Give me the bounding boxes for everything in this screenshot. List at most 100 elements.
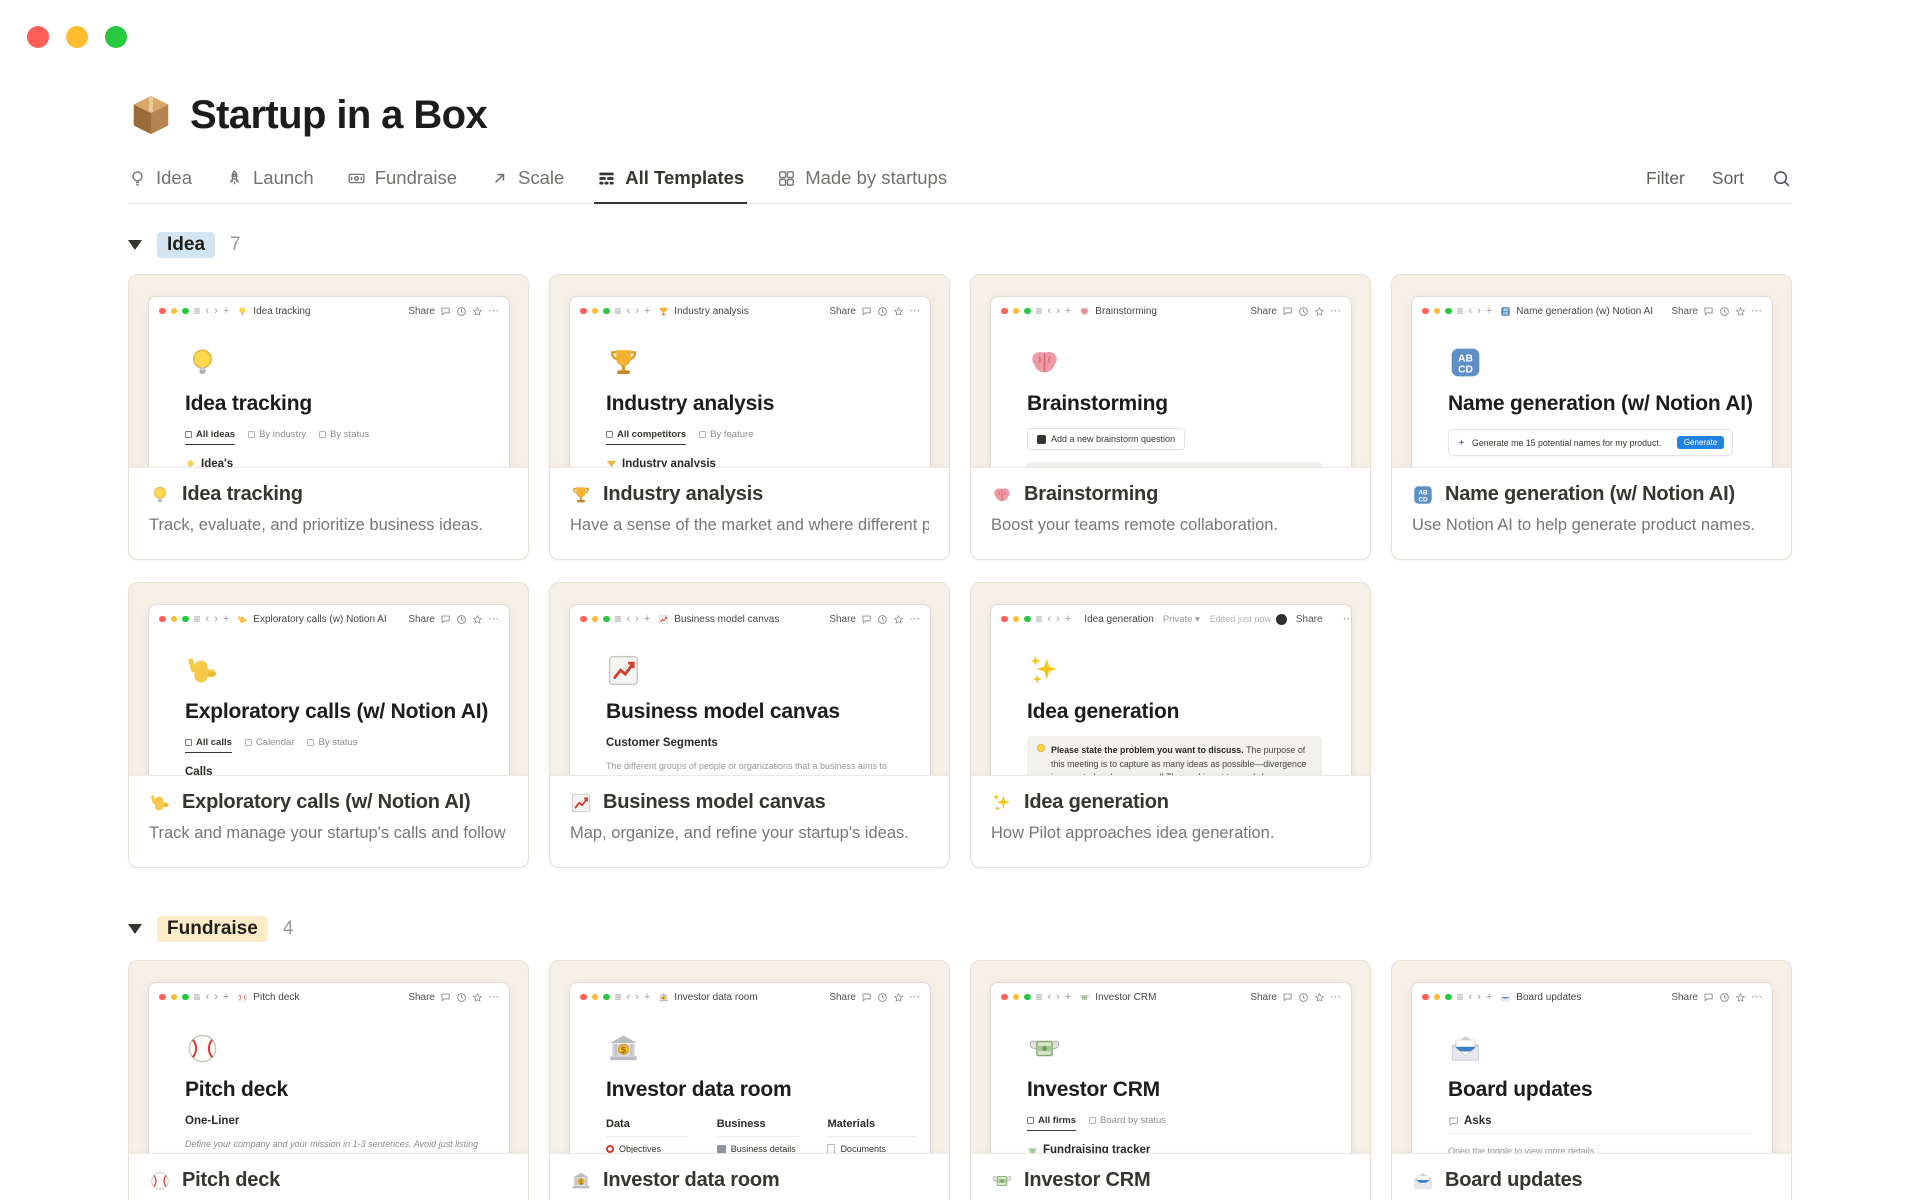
card-title-row: Idea tracking	[149, 483, 508, 506]
mini-page-title: Investor data room	[606, 1078, 792, 1101]
view-tab[interactable]: By industry	[248, 429, 306, 445]
share-button[interactable]: Share	[408, 992, 435, 1003]
sort-button[interactable]: Sort	[1712, 168, 1744, 189]
card-emoji-icon	[1412, 1170, 1434, 1192]
template-card[interactable]: ≡ ‹ › + Investor CRM Share ⋯ Investor CRM All fi…	[970, 960, 1371, 1200]
template-card[interactable]: ≡ ‹ › + AB CD Name generation (w) Notion AI Sha…	[1391, 274, 1792, 560]
card-title: Pitch deck	[182, 1169, 281, 1191]
collapse-toggle-icon[interactable]	[128, 924, 142, 934]
tab-label: All Templates	[625, 167, 745, 188]
star-icon	[1314, 306, 1325, 317]
bulb-icon	[1037, 744, 1045, 752]
traffic-light-dot	[1012, 307, 1019, 315]
tab-launch[interactable]: Launch	[225, 152, 314, 204]
share-button[interactable]: Share	[1671, 992, 1698, 1003]
view-tab[interactable]: All ideas	[185, 429, 236, 445]
mini-page-title: Brainstorming	[1027, 392, 1168, 415]
traffic-light-dot	[580, 993, 587, 1001]
template-card[interactable]: ≡ ‹ › + Pitch deck Share ⋯ Pitch deck One-Liner D…	[128, 960, 529, 1200]
share-button[interactable]: Share	[408, 614, 435, 625]
card-footer: $ Investor data room	[550, 1153, 949, 1200]
template-card[interactable]: ≡ ‹ › + Board updates Share ⋯ Board updates Asks…	[1391, 960, 1792, 1200]
view-tab[interactable]: By feature	[699, 429, 753, 445]
template-card[interactable]: ≡ ‹ › + Idea tracking Share ⋯ Idea tracking All …	[128, 274, 529, 560]
preview-heading-label: Asks	[1464, 1115, 1492, 1127]
minimize-window-dot[interactable]	[66, 26, 88, 48]
page-emoji-icon	[237, 306, 248, 317]
mini-window-title: Exploratory calls (w) Notion AI	[253, 613, 387, 625]
share-button[interactable]: Share	[1296, 614, 1323, 625]
card-title: Investor CRM	[1024, 1169, 1151, 1191]
template-card[interactable]: ≡ ‹ › + Brainstorming Share ⋯ Brainstorming Add …	[970, 274, 1371, 560]
preview-button[interactable]: Add a new brainstorm question	[1027, 428, 1186, 450]
mini-window-title: Industry analysis	[674, 305, 749, 317]
close-window-dot[interactable]	[27, 26, 49, 48]
view-tab[interactable]: All firms	[1027, 1115, 1077, 1131]
template-preview: ≡ ‹ › + Idea tracking Share ⋯ Idea tracking All …	[129, 275, 528, 467]
page-emoji-icon: AB CD	[1500, 306, 1511, 317]
view-tab[interactable]: By status	[319, 429, 369, 445]
tab-made-by-startups[interactable]: Made by startups	[777, 152, 947, 204]
page-emoji-icon	[606, 653, 641, 688]
filter-button[interactable]: Filter	[1646, 168, 1685, 189]
mini-window-body: Pitch deck One-Liner Define your company a…	[149, 1011, 509, 1153]
view-icon	[1027, 1117, 1034, 1124]
tab-label: Made by startups	[805, 167, 948, 188]
card-title-row: Board updates	[1412, 1169, 1771, 1192]
template-grid-idea: ≡ ‹ › + Idea tracking Share ⋯ Idea tracking All …	[128, 274, 1792, 868]
mini-page-title: Exploratory calls (w/ Notion AI)	[185, 700, 489, 723]
card-description: Use Notion AI to help generate product n…	[1412, 516, 1756, 534]
tab-scale[interactable]: Scale	[490, 152, 564, 204]
view-tab[interactable]: All competitors	[606, 429, 687, 445]
ai-prompt-input[interactable]: Generate me 15 potential names for my pr…	[1448, 429, 1734, 456]
page-link[interactable]: Objectives	[606, 1144, 689, 1153]
preview-heading: Industry analysis	[606, 458, 916, 467]
view-tab[interactable]: All calls	[185, 737, 232, 753]
mini-window: ≡ ‹ › + Industry analysis Share ⋯ Industry anal…	[570, 297, 930, 467]
view-tab[interactable]: Board by status	[1089, 1115, 1166, 1131]
share-button[interactable]: Share	[829, 306, 856, 317]
tab-all-templates[interactable]: All Templates	[594, 152, 748, 204]
zoom-window-dot[interactable]	[105, 26, 127, 48]
mini-window-title: Investor data room	[674, 991, 758, 1003]
page-content: Startup in a Box Idea Launch Fundraise S…	[0, 88, 1920, 1200]
mini-window-title: Idea generation	[1084, 613, 1154, 625]
share-button[interactable]: Share	[1250, 992, 1277, 1003]
template-card[interactable]: ≡ ‹ › + Industry analysis Share ⋯ Industry anal…	[549, 274, 950, 560]
share-button[interactable]: Share	[829, 614, 856, 625]
view-tab-label: All firms	[1038, 1115, 1077, 1126]
template-card[interactable]: ≡ ‹ › + Business model canvas Share ⋯ Business …	[549, 582, 950, 868]
mini-window-chrome: ≡ ‹ › + Exploratory calls (w) Notion AI Share…	[149, 605, 509, 633]
star-icon	[472, 306, 483, 317]
view-tab-label: All calls	[196, 737, 232, 748]
collapse-toggle-icon[interactable]	[128, 240, 142, 250]
mini-window-body: Idea tracking All ideas By industry By stat…	[149, 325, 509, 467]
page-link[interactable]: Documents	[827, 1144, 916, 1153]
template-card[interactable]: ≡ ‹ › + Idea generation Private ▾ Edited just …	[970, 582, 1371, 868]
tab-fundraise[interactable]: Fundraise	[347, 152, 457, 204]
template-card[interactable]: ≡ ‹ › + $ Investor data room Share ⋯ $ Investor d…	[549, 960, 950, 1200]
page-title: Startup in a Box	[190, 92, 488, 137]
search-icon[interactable]	[1771, 168, 1792, 189]
template-card[interactable]: ≡ ‹ › + Exploratory calls (w) Notion AI Share…	[128, 582, 529, 868]
page-link[interactable]: Business details	[716, 1144, 800, 1153]
card-title-row: Exploratory calls (w/ Notion AI)	[149, 791, 508, 814]
preview-heading-label: One-Liner	[185, 1115, 240, 1127]
page-emoji-icon	[1079, 992, 1090, 1003]
back-icon: ‹	[626, 612, 631, 625]
view-tab[interactable]: Calendar	[244, 737, 294, 753]
share-button[interactable]: Share	[408, 306, 435, 317]
share-button[interactable]: Share	[1671, 306, 1698, 317]
more-icon: ⋯	[488, 612, 499, 625]
tab-idea[interactable]: Idea	[128, 152, 192, 204]
column-heading: Data	[606, 1118, 689, 1137]
share-button[interactable]: Share	[1250, 306, 1277, 317]
mini-window-body: $Investor data roomDataObjectivesMetrics…	[570, 1011, 930, 1153]
traffic-light-dot	[1024, 615, 1031, 623]
generate-button[interactable]: Generate	[1676, 436, 1725, 449]
plus-icon: +	[1064, 612, 1072, 625]
view-icon	[307, 739, 315, 746]
share-button[interactable]: Share	[829, 992, 856, 1003]
card-emoji-icon	[149, 484, 171, 506]
view-tab[interactable]: By status	[307, 737, 358, 753]
